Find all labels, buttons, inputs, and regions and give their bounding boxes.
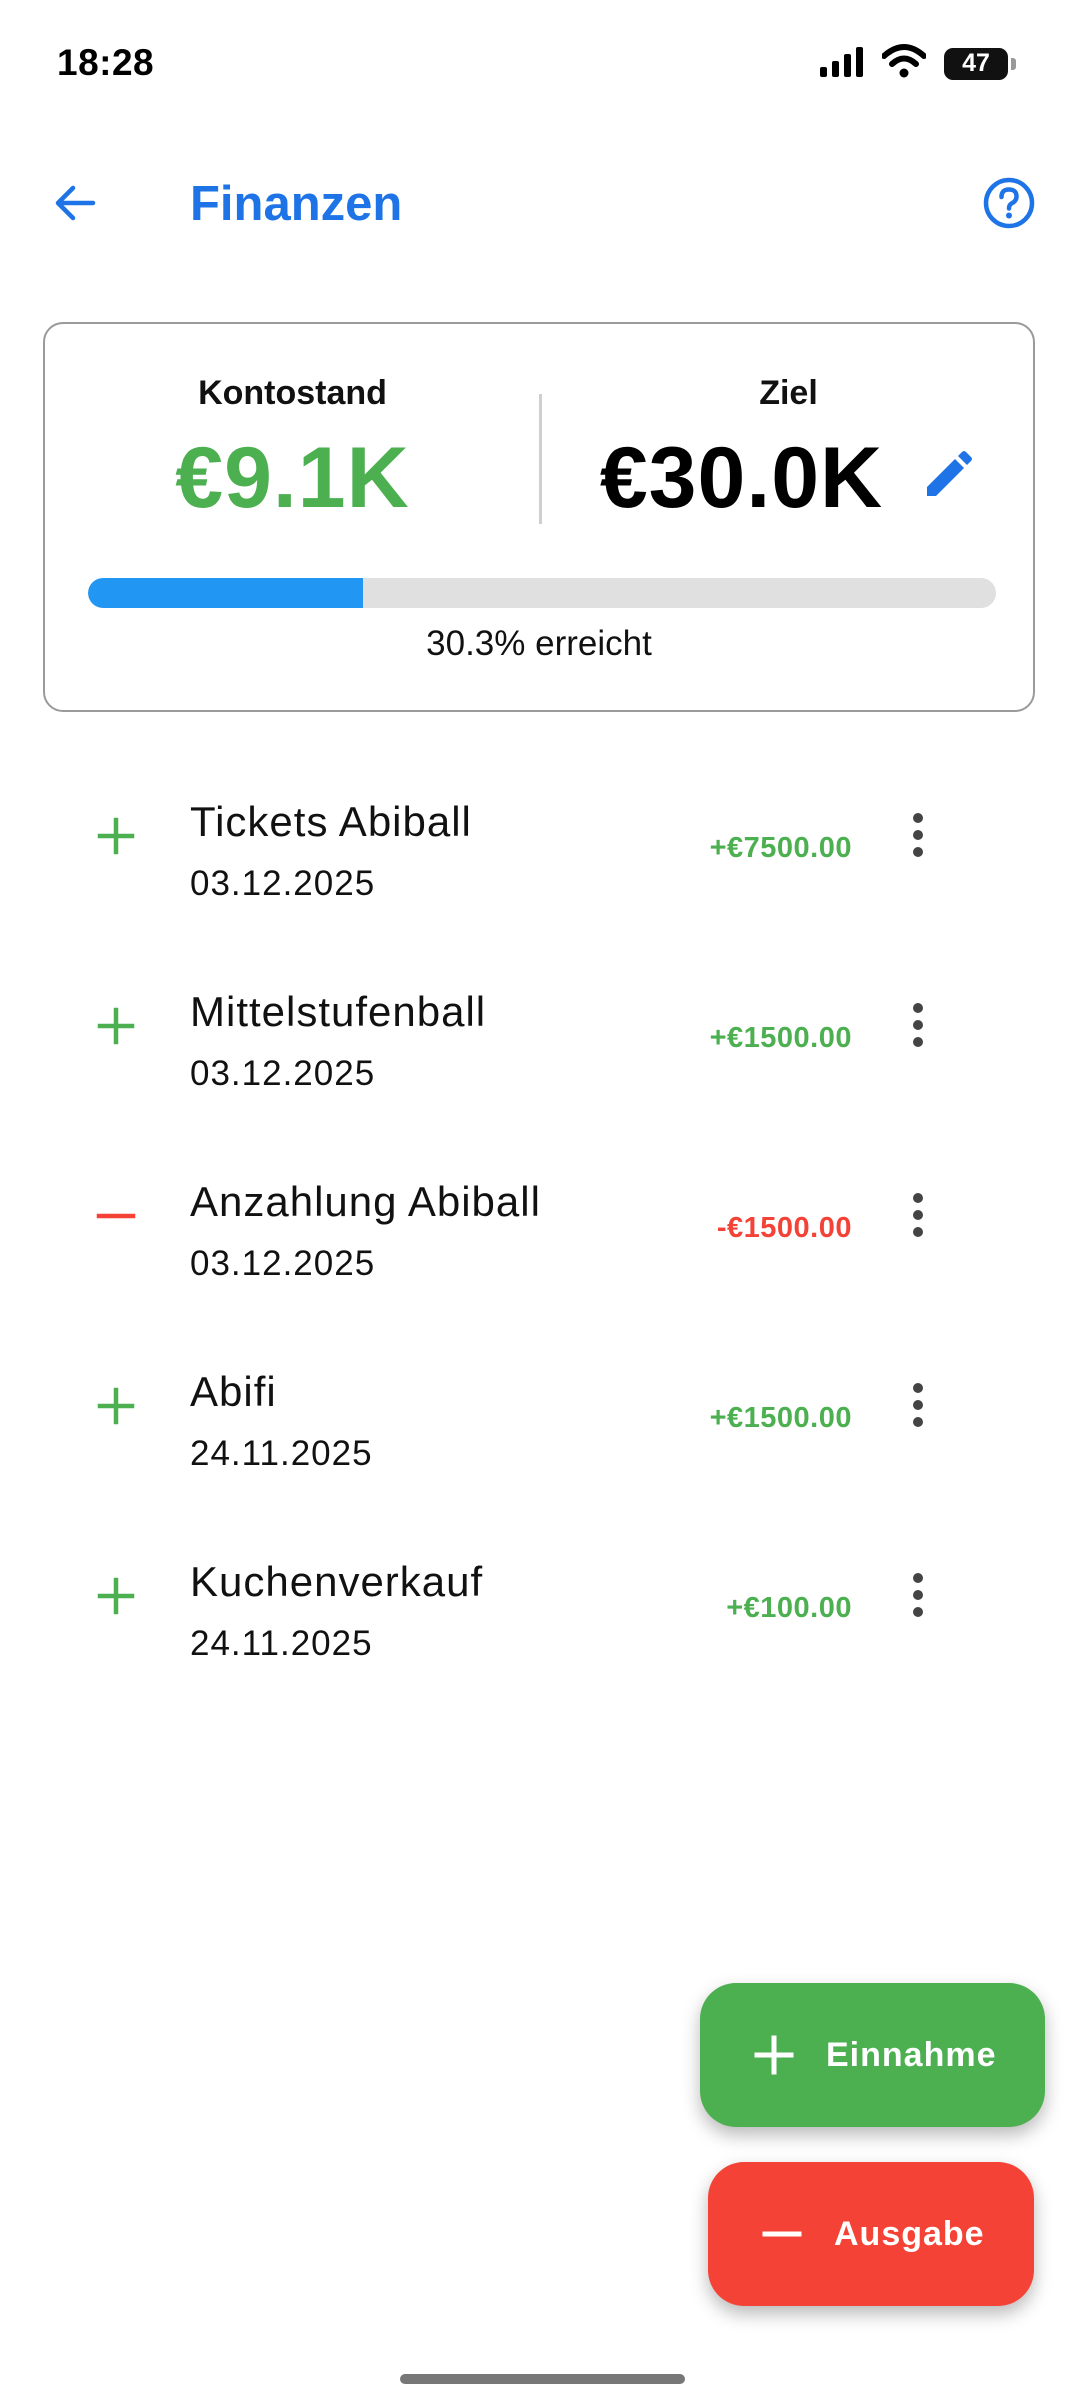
transaction-date: 24.11.2025 [190,1434,373,1473]
back-button[interactable] [40,170,110,240]
transaction-title: Mittelstufenball [190,988,487,1035]
home-indicator [400,2374,685,2384]
goal-label: Ziel [759,374,818,412]
goal-row: €30.0K [540,429,1037,528]
balance-block: Kontostand €9.1K [45,374,540,528]
progress-fill [88,578,364,608]
more-vertical-icon [910,1382,926,1433]
transaction-amount: -€1500.00 [716,1212,852,1244]
transaction-menu-button[interactable] [890,1186,946,1248]
goal-block: Ziel €30.0K [540,374,1037,528]
status-icons: 47 [820,44,1016,83]
transaction-title: Tickets Abiball [190,798,472,845]
transaction-title: Kuchenverkauf [190,1558,484,1605]
status-bar: 18:28 47 [0,0,1080,130]
transaction-menu-button[interactable] [890,806,946,868]
transaction-list: Tickets Abiball 03.12.2025 +€7500.00 Mit… [0,760,1080,1710]
balance-value: €9.1K [175,430,410,526]
plus-icon [88,1378,144,1434]
transaction-menu-button[interactable] [890,1566,946,1628]
edit-goal-button[interactable] [917,449,977,509]
more-vertical-icon [910,812,926,863]
transaction-amount: +€7500.00 [709,832,852,864]
signal-icon [820,45,864,82]
transaction-amount: +€1500.00 [709,1022,852,1054]
summary-card: Kontostand €9.1K Ziel €30.0K 30.3% errei… [43,322,1035,712]
add-income-label: Einnahme [826,2035,997,2074]
more-vertical-icon [910,1572,926,1623]
transaction-date: 03.12.2025 [190,1054,376,1093]
progress-text: 30.3% erreicht [426,624,652,663]
help-button[interactable] [974,170,1044,240]
minus-icon [88,1188,144,1244]
app-bar: Finanzen [0,150,1080,260]
arrow-left-icon [51,179,99,232]
transaction-amount: +€1500.00 [709,1402,852,1434]
page-title: Finanzen [190,177,403,231]
plus-icon [88,1568,144,1624]
battery-icon: 47 [944,47,1016,80]
more-vertical-icon [910,1002,926,1053]
minus-icon [760,2212,804,2256]
help-circle-icon [982,176,1036,235]
transaction-item[interactable]: Abifi 24.11.2025 +€1500.00 [0,1330,1080,1520]
transaction-date: 24.11.2025 [190,1624,373,1663]
transaction-menu-button[interactable] [890,996,946,1058]
transaction-title: Anzahlung Abiball [190,1178,541,1225]
add-income-button[interactable]: Einnahme [700,1983,1045,2127]
add-expense-button[interactable]: Ausgabe [708,2162,1034,2306]
transaction-date: 03.12.2025 [190,864,376,903]
balance-label: Kontostand [198,374,387,412]
plus-icon [752,2033,796,2077]
plus-icon [88,998,144,1054]
battery-level: 47 [962,49,990,77]
transaction-item[interactable]: Anzahlung Abiball 03.12.2025 -€1500.00 [0,1140,1080,1330]
wifi-icon [881,44,927,83]
more-vertical-icon [910,1192,926,1243]
progress-bar [88,578,996,608]
status-time: 18:28 [57,42,155,83]
transaction-title: Abifi [190,1368,277,1415]
transaction-item[interactable]: Mittelstufenball 03.12.2025 +€1500.00 [0,950,1080,1140]
transaction-amount: +€100.00 [726,1592,852,1624]
goal-value: €30.0K [599,430,884,526]
transaction-menu-button[interactable] [890,1376,946,1438]
transaction-item[interactable]: Tickets Abiball 03.12.2025 +€7500.00 [0,760,1080,950]
plus-icon [88,808,144,864]
pencil-icon [921,450,973,507]
add-expense-label: Ausgabe [834,2214,985,2253]
transaction-item[interactable]: Kuchenverkauf 24.11.2025 +€100.00 [0,1520,1080,1710]
transaction-date: 03.12.2025 [190,1244,376,1283]
